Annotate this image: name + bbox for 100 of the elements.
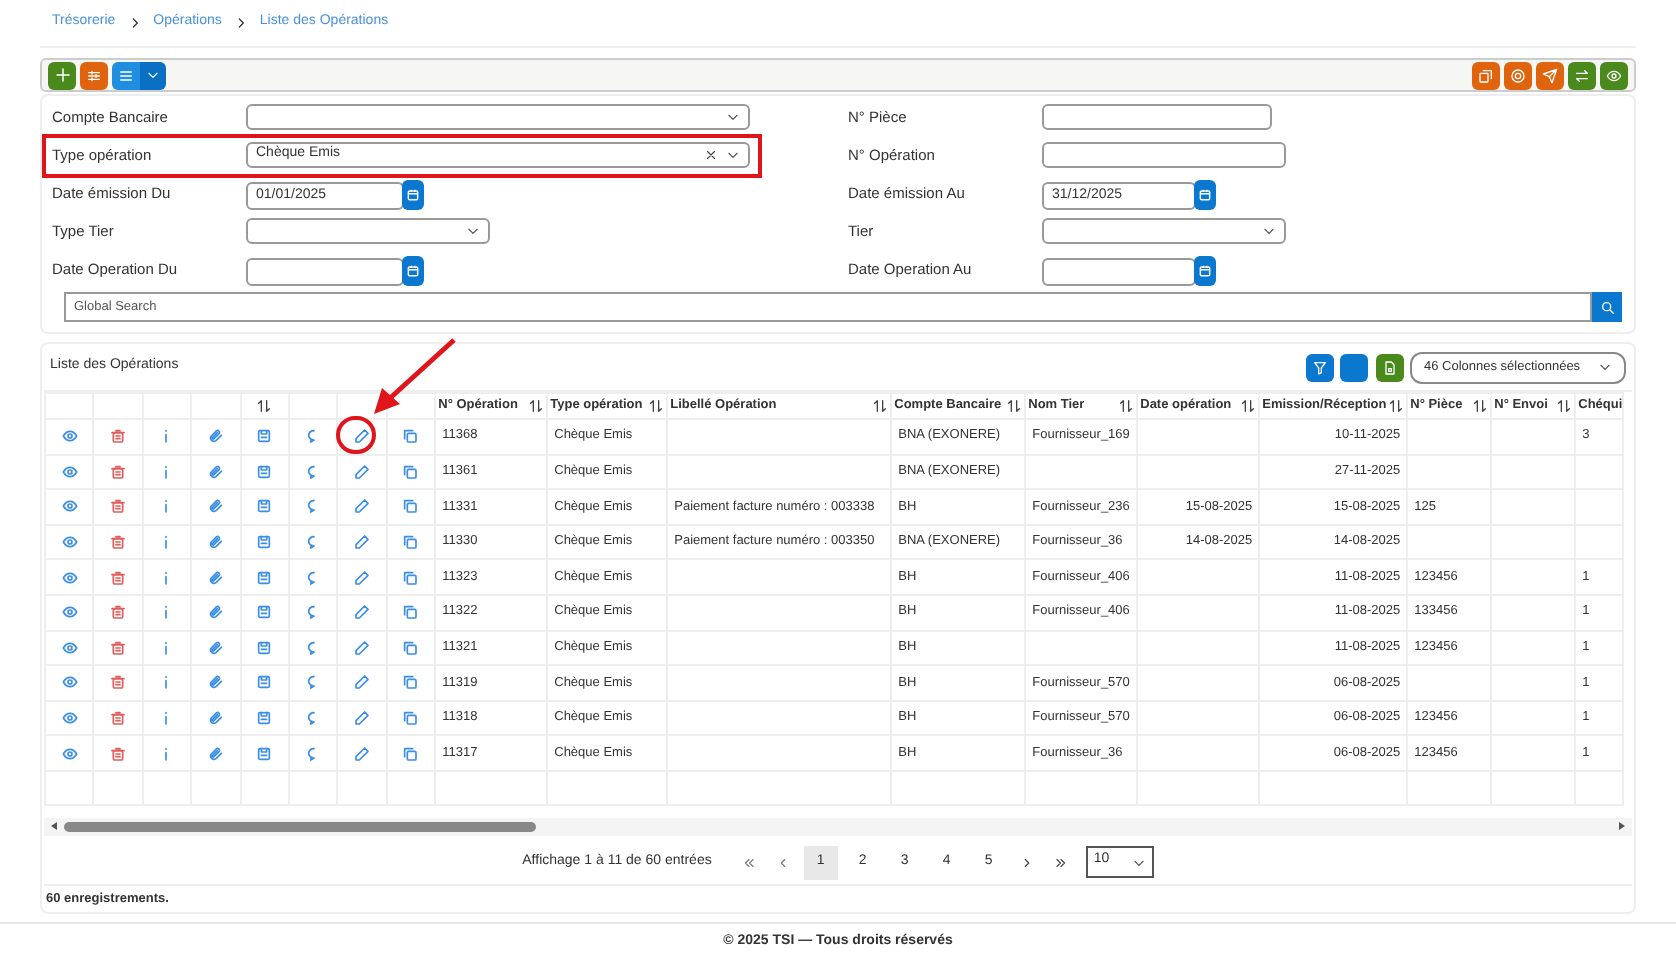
calendar-button[interactable] <box>1194 256 1216 286</box>
trash-icon[interactable] <box>110 534 127 551</box>
floppy-icon[interactable] <box>256 569 273 586</box>
floppy-icon[interactable] <box>256 639 273 656</box>
paperclip-icon[interactable] <box>207 463 224 480</box>
paperclip-icon[interactable] <box>207 710 224 727</box>
copy-icon[interactable] <box>402 604 419 621</box>
search-button[interactable] <box>1592 292 1622 322</box>
paperclip-icon[interactable] <box>207 428 224 445</box>
copy-icon[interactable] <box>402 569 419 586</box>
paperclip-icon[interactable] <box>207 639 224 656</box>
scrollbar-thumb[interactable] <box>64 821 536 832</box>
copy-icon[interactable] <box>402 674 419 691</box>
eye-icon[interactable] <box>61 428 78 445</box>
trash-icon[interactable] <box>110 498 127 515</box>
select-field[interactable] <box>246 104 750 130</box>
pencil-icon[interactable] <box>354 710 371 727</box>
chevron-right-icon <box>127 16 142 30</box>
floppy-icon[interactable] <box>256 710 273 727</box>
list-icon <box>118 67 134 83</box>
trash-icon[interactable] <box>110 428 127 445</box>
chevron-right-icon <box>233 16 248 30</box>
copy-icon[interactable] <box>402 534 419 551</box>
floppy-icon[interactable] <box>256 534 273 551</box>
pencil-icon[interactable] <box>354 604 371 621</box>
first-page-icon[interactable] <box>741 855 756 870</box>
scroll-right-icon[interactable] <box>1616 820 1628 833</box>
paperclip-icon[interactable] <box>207 604 224 621</box>
eye-icon[interactable] <box>61 674 78 691</box>
pencil-icon[interactable] <box>354 639 371 656</box>
copy-icon[interactable] <box>402 428 419 445</box>
next-page-icon[interactable] <box>1019 855 1034 870</box>
chevron-down-icon <box>1131 855 1146 870</box>
eye-icon[interactable] <box>61 498 78 515</box>
view-dropdown[interactable] <box>112 61 166 89</box>
excel-export-button[interactable] <box>1376 353 1404 381</box>
date-field[interactable] <box>1042 257 1196 285</box>
pencil-icon[interactable] <box>354 498 371 515</box>
filter-button[interactable] <box>1306 353 1334 381</box>
paperclip-icon[interactable] <box>207 745 224 762</box>
select-field[interactable] <box>246 218 490 244</box>
toolbar-button[interactable] <box>1340 353 1368 381</box>
calendar-button[interactable] <box>402 180 424 210</box>
pencil-icon[interactable] <box>354 428 371 445</box>
clear-icon[interactable] <box>704 148 718 162</box>
pencil-icon[interactable] <box>354 745 371 762</box>
trash-icon[interactable] <box>110 604 127 621</box>
sliders-button[interactable] <box>80 61 108 89</box>
text-field[interactable] <box>1042 142 1286 168</box>
preview-button[interactable] <box>1600 61 1628 89</box>
trash-icon[interactable] <box>110 710 127 727</box>
eye-icon[interactable] <box>61 604 78 621</box>
previous-page-icon[interactable] <box>775 855 790 870</box>
eye-icon[interactable] <box>61 534 78 551</box>
floppy-icon[interactable] <box>256 498 273 515</box>
eye-icon[interactable] <box>61 569 78 586</box>
copy-icon[interactable] <box>402 498 419 515</box>
calendar-button[interactable] <box>1194 180 1216 210</box>
floppy-icon[interactable] <box>256 463 273 480</box>
report-button[interactable] <box>1472 61 1500 89</box>
paperclip-icon[interactable] <box>207 498 224 515</box>
print-button[interactable] <box>1504 61 1532 89</box>
send-button[interactable] <box>1536 61 1564 89</box>
eye-icon[interactable] <box>61 463 78 480</box>
floppy-icon[interactable] <box>256 604 273 621</box>
chevron-down-icon <box>1262 224 1276 238</box>
floppy-icon[interactable] <box>256 745 273 762</box>
copy-icon[interactable] <box>402 639 419 656</box>
paperclip-icon[interactable] <box>207 534 224 551</box>
scroll-left-icon[interactable] <box>48 820 60 833</box>
paperclip-icon[interactable] <box>207 569 224 586</box>
calendar-icon <box>406 188 420 202</box>
eye-icon[interactable] <box>61 639 78 656</box>
floppy-icon[interactable] <box>256 674 273 691</box>
select-field[interactable] <box>1042 218 1286 244</box>
copy-icon[interactable] <box>402 745 419 762</box>
text-field[interactable] <box>1042 104 1272 130</box>
trash-icon[interactable] <box>110 674 127 691</box>
last-page-icon[interactable] <box>1053 855 1068 870</box>
pencil-icon[interactable] <box>354 569 371 586</box>
calendar-button[interactable] <box>402 256 424 286</box>
eye-icon[interactable] <box>61 710 78 727</box>
copy-icon[interactable] <box>402 463 419 480</box>
trash-icon[interactable] <box>110 639 127 656</box>
transfer-button[interactable] <box>1568 61 1596 89</box>
copy-icon[interactable] <box>402 710 419 727</box>
floppy-icon[interactable] <box>256 428 273 445</box>
trash-icon[interactable] <box>110 569 127 586</box>
eye-icon[interactable] <box>61 745 78 762</box>
add-button[interactable] <box>48 61 76 89</box>
trash-icon[interactable] <box>110 745 127 762</box>
pencil-icon[interactable] <box>354 674 371 691</box>
pencil-icon[interactable] <box>354 463 371 480</box>
column-header[interactable] <box>240 393 289 419</box>
trash-icon[interactable] <box>110 463 127 480</box>
pencil-icon[interactable] <box>354 534 371 551</box>
sort-icon <box>872 398 889 414</box>
search-icon <box>1599 299 1615 315</box>
paperclip-icon[interactable] <box>207 674 224 691</box>
date-field[interactable] <box>246 257 404 285</box>
